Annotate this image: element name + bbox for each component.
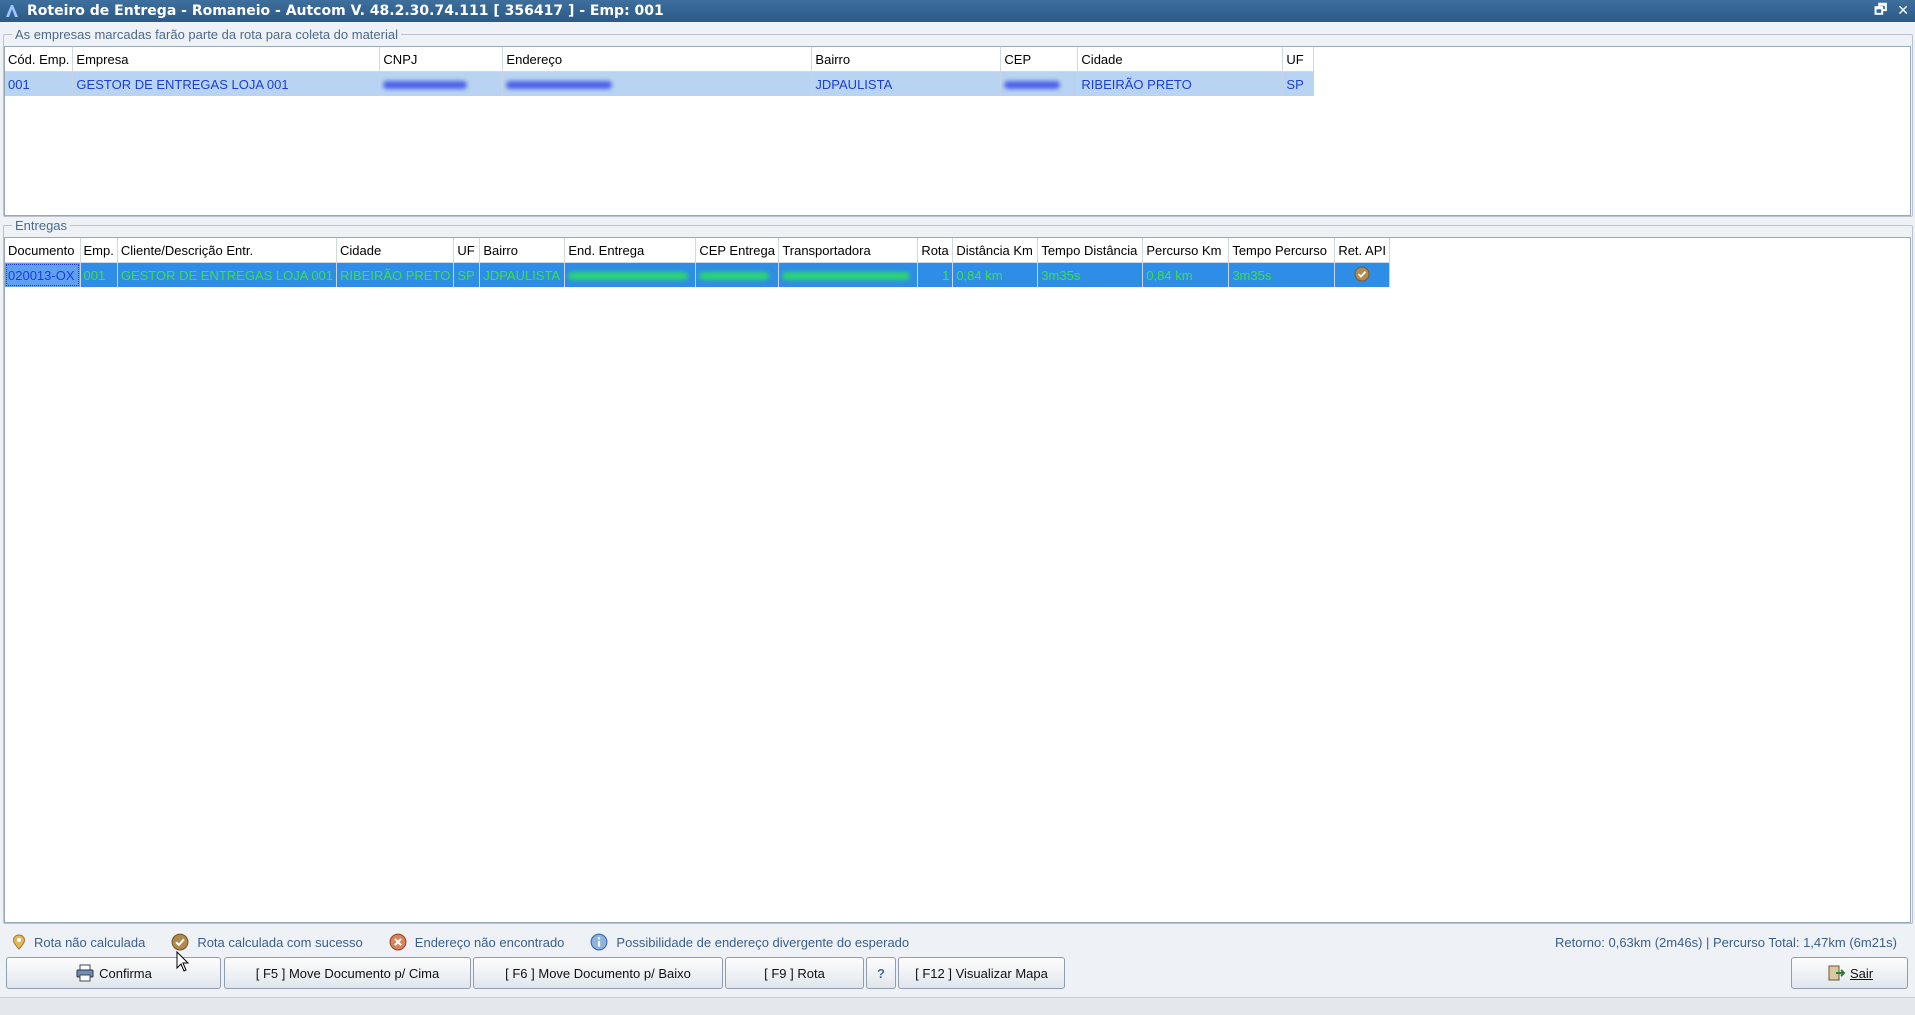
exit-door-icon: [1828, 965, 1846, 981]
col-emp[interactable]: Emp.: [80, 238, 118, 263]
cell-rota: 1: [917, 262, 954, 287]
col-cod-emp[interactable]: Cód. Emp.: [5, 47, 74, 72]
rota-button[interactable]: [ F9 ] Rota: [725, 957, 864, 989]
visualizar-mapa-button[interactable]: [ F12 ] Visualizar Mapa: [898, 957, 1065, 989]
cell-cod-emp: 001: [5, 71, 74, 96]
col-bairro[interactable]: Bairro: [811, 47, 1002, 72]
legend-item-rota-nao-calculada: Rota não calculada: [12, 934, 159, 950]
cell-uf: SP: [1282, 71, 1315, 96]
check-badge-icon: [1354, 266, 1370, 281]
route-totals: Retorno: 0,63km (2m46s) | Percurso Total…: [1555, 934, 1897, 950]
cell-documento: 020013-OX: [5, 262, 81, 287]
legend-label: Rota não calculada: [34, 934, 146, 950]
empresas-grid[interactable]: Cód. Emp. Empresa CNPJ Endereço Bairro C…: [4, 46, 1911, 216]
app-logo-icon: [3, 2, 21, 20]
legend-item-rota-calculada: Rota calculada com sucesso: [171, 933, 376, 951]
col-cliente[interactable]: Cliente/Descrição Entr.: [117, 238, 338, 263]
col-endereco[interactable]: Endereço: [502, 47, 813, 72]
sair-label: Sair: [1849, 965, 1874, 981]
col-transportadora[interactable]: Transportadora: [778, 238, 919, 263]
empresas-header-row: Cód. Emp. Empresa CNPJ Endereço Bairro C…: [5, 47, 1315, 72]
info-icon: [590, 933, 608, 951]
window-title: Roteiro de Entrega - Romaneio - Autcom V…: [27, 3, 664, 19]
sair-button[interactable]: Sair: [1791, 957, 1908, 989]
restore-window-icon[interactable]: 🗗: [1874, 0, 1887, 23]
col-cnpj[interactable]: CNPJ: [379, 47, 504, 72]
cell-transportadora-redacted: [778, 262, 919, 287]
col-cep[interactable]: CEP: [1000, 47, 1079, 72]
printer-icon: [76, 964, 94, 982]
cell-bairro: JDPAULISTA: [811, 71, 1002, 96]
cell-tempo-distancia: 3m35s: [1037, 262, 1144, 287]
status-bar: [0, 997, 1915, 1015]
legend-label: Endereço não encontrado: [414, 934, 565, 950]
col-tempo-percurso[interactable]: Tempo Percurso: [1228, 238, 1336, 263]
table-row[interactable]: 020013-OX 001 GESTOR DE ENTREGAS LOJA 00…: [5, 262, 1391, 287]
cell-bairro: JDPAULISTA: [479, 262, 566, 287]
entregas-grid[interactable]: Documento Emp. Cliente/Descrição Entr. C…: [4, 237, 1911, 923]
entregas-table: Documento Emp. Cliente/Descrição Entr. C…: [5, 238, 1391, 287]
mouse-cursor-icon: [176, 951, 190, 972]
status-legend: Rota não calculada Rota calculada com su…: [0, 930, 1915, 954]
cell-distancia-km: 0,84 km: [952, 262, 1039, 287]
cell-endereco-redacted: [502, 71, 813, 96]
cell-percurso-km: 0,84 km: [1142, 262, 1230, 287]
col-cidade[interactable]: Cidade: [336, 238, 455, 263]
table-row[interactable]: 001 GESTOR DE ENTREGAS LOJA 001 JDPAULIS…: [5, 71, 1315, 96]
cell-tempo-percurso: 3m35s: [1228, 262, 1336, 287]
col-distancia-km[interactable]: Distância Km: [952, 238, 1039, 263]
cell-cep-redacted: [1000, 71, 1079, 96]
help-icon: ?: [877, 965, 885, 981]
col-bairro[interactable]: Bairro: [479, 238, 566, 263]
col-percurso-km[interactable]: Percurso Km: [1142, 238, 1230, 263]
empresas-table: Cód. Emp. Empresa CNPJ Endereço Bairro C…: [5, 47, 1315, 96]
col-end-entrega[interactable]: End. Entrega: [564, 238, 697, 263]
entregas-header-row: Documento Emp. Cliente/Descrição Entr. C…: [5, 238, 1391, 263]
col-uf[interactable]: UF: [453, 238, 481, 263]
cell-cep-entrega-redacted: [695, 262, 780, 287]
move-down-button[interactable]: [ F6 ] Move Documento p/ Baixo: [473, 957, 723, 989]
error-icon: [389, 933, 407, 951]
title-bar: Roteiro de Entrega - Romaneio - Autcom V…: [0, 0, 1915, 22]
legend-label: Possibilidade de endereço divergente do …: [616, 934, 910, 950]
cell-cliente: GESTOR DE ENTREGAS LOJA 001: [117, 262, 338, 287]
empresas-group-legend: As empresas marcadas farão parte da rota…: [15, 27, 398, 42]
cell-empresa: GESTOR DE ENTREGAS LOJA 001: [72, 71, 381, 96]
pin-icon: [12, 934, 26, 950]
check-badge-icon: [171, 933, 189, 951]
cell-ret-api: [1334, 262, 1391, 287]
col-empresa[interactable]: Empresa: [72, 47, 381, 72]
col-uf[interactable]: UF: [1282, 47, 1315, 72]
cell-cnpj-redacted: [379, 71, 504, 96]
col-ret-api[interactable]: Ret. API: [1334, 238, 1391, 263]
col-rota[interactable]: Rota: [917, 238, 954, 263]
legend-label: Rota calculada com sucesso: [197, 934, 363, 950]
col-cidade[interactable]: Cidade: [1077, 47, 1284, 72]
move-up-button[interactable]: [ F5 ] Move Documento p/ Cima: [224, 957, 471, 989]
legend-item-endereco-nao-encontrado: Endereço não encontrado: [389, 933, 579, 951]
legend-item-endereco-divergente: Possibilidade de endereço divergente do …: [590, 933, 923, 951]
cell-end-entrega-redacted: [564, 262, 697, 287]
confirma-label: Confirma: [99, 965, 152, 981]
cell-cidade: RIBEIRÃO PRETO: [1077, 71, 1284, 96]
entregas-group-legend: Entregas: [15, 218, 68, 233]
button-toolbar: Confirma [ F5 ] Move Documento p/ Cima […: [0, 957, 1915, 991]
help-button[interactable]: ?: [866, 957, 896, 989]
close-window-icon[interactable]: ✕: [1897, 3, 1909, 19]
col-documento[interactable]: Documento: [5, 238, 81, 263]
cell-cidade: RIBEIRÃO PRETO: [336, 262, 455, 287]
col-cep-entrega[interactable]: CEP Entrega: [695, 238, 780, 263]
col-tempo-distancia[interactable]: Tempo Distância: [1037, 238, 1144, 263]
cell-uf: SP: [453, 262, 481, 287]
cell-emp: 001: [80, 262, 118, 287]
